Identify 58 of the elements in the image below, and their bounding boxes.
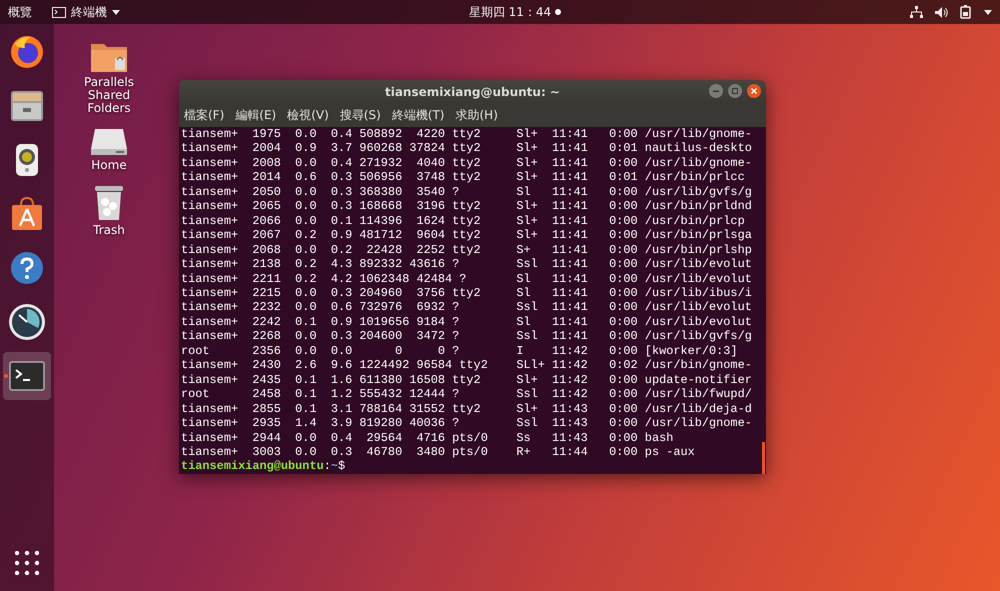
maximize-button[interactable] bbox=[728, 84, 742, 98]
network-icon[interactable] bbox=[910, 6, 923, 18]
terminal-line: tiansem+ 2855 0.1 3.1 788164 31552 tty2 Sl+ 11:43 0:00 /usr/lib/deja-d bbox=[181, 402, 753, 416]
terminal-line: tiansem+ 2232 0.0 0.6 732976 6932 ? Ssl 11:41 0:00 /usr/lib/evolut bbox=[181, 300, 753, 315]
app-menu[interactable]: 終端機 bbox=[71, 4, 107, 20]
activities-button[interactable]: 概覽 bbox=[8, 4, 32, 20]
trash-icon bbox=[94, 184, 124, 222]
browser-icon bbox=[9, 34, 45, 70]
help-icon bbox=[10, 251, 44, 285]
terminal-line: tiansem+ 2067 0.2 0.9 481712 9604 tty2 Sl+ 11:41 0:00 /usr/bin/prlsga bbox=[181, 228, 753, 243]
terminal-line: tiansem+ 2435 0.1 1.6 611380 16508 tty2 Sl+ 11:42 0:00 update-notifier bbox=[181, 372, 753, 388]
terminal-line: tiansem+ 2066 0.0 0.1 114396 1624 tty2 Sl+ 11:41 0:00 /usr/bin/prlcp bbox=[181, 214, 746, 228]
terminal-line: tiansem+ 2268 0.0 0.3 204600 3472 ? Ssl 11:41 0:00 /usr/lib/gvfs/g bbox=[181, 329, 753, 344]
prompt-line: tiansemixiang@ubuntu:~$ bbox=[181, 459, 346, 474]
terminal-line: tiansem+ 2065 0.0 0.3 168668 3196 tty2 Sl+ 11:41 0:00 /usr/bin/prldnd bbox=[181, 199, 753, 214]
desktop-icon-label[interactable]: Home bbox=[77, 159, 141, 172]
minimize-button[interactable] bbox=[709, 84, 723, 98]
shopping-bag-icon bbox=[10, 196, 44, 232]
file-cabinet-icon bbox=[9, 89, 45, 123]
clock[interactable]: 星期四 11：44 bbox=[468, 4, 552, 20]
dock-item[interactable] bbox=[3, 352, 51, 400]
menu-item[interactable]: 編輯(E) bbox=[235, 106, 276, 124]
terminal-line: tiansem+ 2004 0.9 3.7 960268 37824 tty2 Sl+ 11:41 0:01 nautilus-deskto bbox=[181, 141, 753, 156]
menu-item[interactable]: 檔案(F) bbox=[184, 106, 224, 124]
terminal-line: tiansem+ 2242 0.1 0.9 1019656 9184 ? Sl 11:41 0:00 /usr/lib/evolut bbox=[181, 314, 753, 330]
menu-item[interactable]: 求助(H) bbox=[455, 106, 498, 124]
terminal-line: tiansem+ 2138 0.2 4.3 892332 43616 ? Ssl 11:41 0:00 /usr/lib/evolut bbox=[181, 257, 753, 272]
window-title: tiansemixiang@ubuntu: ~ bbox=[384, 84, 560, 98]
terminal-line: root 2356 0.0 0.0 0 0 ? I 11:42 0:00 [kworker/0:3] bbox=[181, 344, 739, 358]
desktop-icon-label[interactable]: Parallels Shared Folders bbox=[77, 76, 141, 115]
drive-icon bbox=[90, 127, 128, 157]
terminal-line: root 2458 0.1 1.2 555432 12444 ? Ssl 11:42 0:00 /usr/lib/fwupd/ bbox=[181, 387, 753, 402]
terminal-line: tiansem+ 2014 0.6 0.3 506956 3748 tty2 Sl+ 11:41 0:01 /usr/bin/prlcc bbox=[181, 170, 746, 185]
desktop-icon-label[interactable]: Trash bbox=[77, 224, 141, 237]
caret-icon[interactable] bbox=[984, 10, 992, 14]
apps-grid-icon[interactable] bbox=[15, 551, 39, 575]
gauge-icon bbox=[8, 303, 46, 341]
menu-item[interactable]: 搜尋(S) bbox=[340, 106, 381, 124]
close-button[interactable] bbox=[747, 84, 761, 98]
terminal-line: tiansem+ 2068 0.0 0.2 22428 2252 tty2 S+ 11:41 0:00 /usr/bin/prlshp bbox=[181, 242, 753, 258]
scrollbar[interactable] bbox=[762, 442, 765, 474]
notification-dot-icon bbox=[555, 9, 562, 15]
volume-icon[interactable] bbox=[935, 6, 948, 18]
terminal-line: tiansem+ 3003 0.0 0.3 46780 3480 pts/0 R+ 11:44 0:00 ps -aux bbox=[181, 444, 696, 460]
terminal-line: tiansem+ 2211 0.2 4.2 1062348 42484 ? Sl 11:41 0:00 /usr/lib/evolut bbox=[181, 272, 753, 286]
terminal-line: tiansem+ 2215 0.0 0.3 204960 3756 tty2 Sl 11:41 0:00 /usr/lib/ibus/i bbox=[181, 286, 753, 300]
terminal-line: tiansem+ 2050 0.0 0.3 368380 3540 ? Sl 11:41 0:00 /usr/lib/gvfs/g bbox=[181, 184, 753, 200]
menu-item[interactable]: 終端機(T) bbox=[392, 106, 444, 124]
terminal-line: tiansem+ 2008 0.0 0.4 271932 4040 tty2 Sl+ 11:41 0:00 /usr/lib/gnome- bbox=[181, 156, 753, 170]
terminal-icon[interactable] bbox=[52, 6, 66, 18]
battery-icon[interactable] bbox=[960, 5, 972, 19]
terminal-line: tiansem+ 2430 2.6 9.6 1224492 96584 tty2 SLl+ 11:42 0:02 /usr/bin/gnome- bbox=[181, 358, 753, 373]
terminal-line: tiansem+ 2935 1.4 3.9 819280 40036 ? Ssl 11:43 0:00 /usr/lib/gnome- bbox=[181, 416, 753, 431]
terminal-icon bbox=[9, 361, 45, 391]
terminal-line: tiansem+ 1975 0.0 0.4 508892 4220 tty2 Sl+ 11:41 0:00 /usr/lib/gnome- bbox=[181, 127, 753, 142]
terminal-line: tiansem+ 2944 0.0 0.4 29564 4716 pts/0 Ss 11:43 0:00 bash bbox=[181, 430, 674, 445]
caret-icon[interactable] bbox=[112, 10, 120, 14]
menu-item[interactable]: 檢視(V) bbox=[287, 106, 329, 124]
